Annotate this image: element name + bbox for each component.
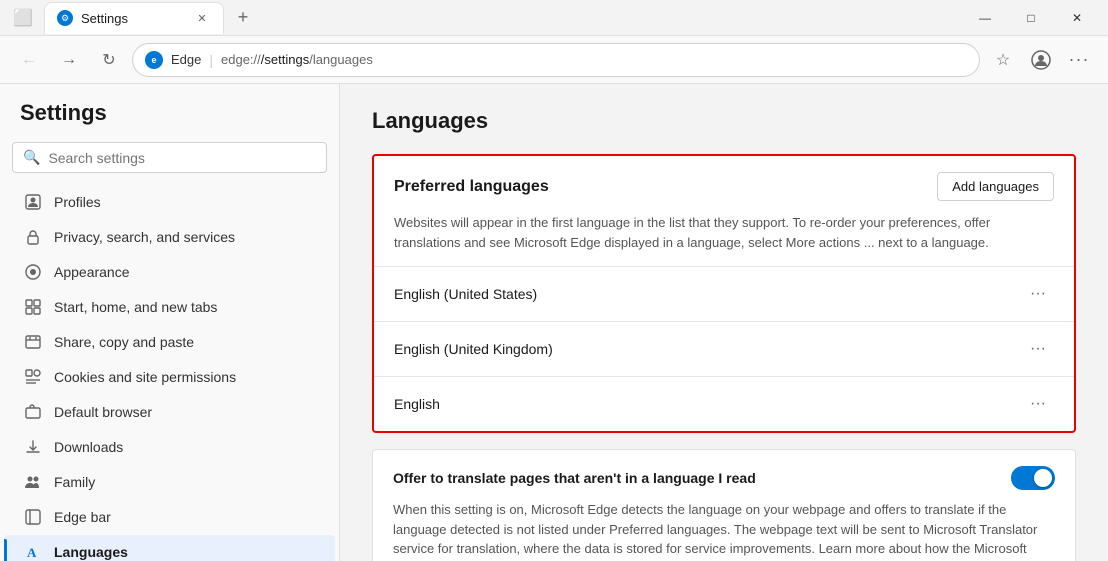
tab-close-button[interactable]: ✕	[193, 9, 211, 27]
minimize-button[interactable]: —	[962, 2, 1008, 34]
address-path: /languages	[309, 52, 373, 67]
more-button[interactable]: ···	[1062, 43, 1096, 77]
add-languages-button[interactable]: Add languages	[937, 172, 1054, 201]
sidebar-item-privacy[interactable]: Privacy, search, and services	[4, 220, 335, 254]
translate-title: Offer to translate pages that aren't in …	[393, 470, 995, 486]
cookies-icon	[24, 368, 42, 386]
sidebar-label-languages: Languages	[54, 544, 128, 560]
downloads-icon	[24, 438, 42, 456]
translate-card: Offer to translate pages that aren't in …	[372, 449, 1076, 561]
sidebar: Settings 🔍 Profiles Privacy, search, and…	[0, 84, 340, 561]
search-box[interactable]: 🔍	[12, 142, 327, 173]
favorites-button[interactable]: ☆	[986, 43, 1020, 77]
family-icon	[24, 473, 42, 491]
close-button[interactable]: ✕	[1054, 2, 1100, 34]
section-header: Preferred languages Add languages	[374, 156, 1074, 213]
preferred-languages-card: Preferred languages Add languages Websit…	[372, 154, 1076, 433]
page-title: Languages	[372, 108, 1076, 134]
refresh-button[interactable]: ↻	[92, 43, 126, 77]
settings-tab[interactable]: ⚙ Settings ✕	[44, 2, 224, 34]
new-tab-button[interactable]: +	[228, 3, 258, 33]
sidebar-item-cookies[interactable]: Cookies and site permissions	[4, 360, 335, 394]
sidebar-item-downloads[interactable]: Downloads	[4, 430, 335, 464]
default-icon	[24, 403, 42, 421]
preferred-languages-desc: Websites will appear in the first langua…	[374, 213, 1074, 267]
profiles-icon	[24, 193, 42, 211]
sidebar-label-profiles: Profiles	[54, 194, 101, 210]
languages-icon: A	[24, 543, 42, 561]
sidebar-icon: ⬜	[13, 8, 33, 28]
sidebar-item-profiles[interactable]: Profiles	[4, 185, 335, 219]
tab-strip: ⚙ Settings ✕ +	[44, 2, 258, 34]
language-more-button-2[interactable]: ···	[1022, 391, 1054, 417]
profile-button[interactable]	[1024, 43, 1058, 77]
sidebar-item-family[interactable]: Family	[4, 465, 335, 499]
toggle-thumb	[1034, 469, 1052, 487]
share-icon	[24, 333, 42, 351]
language-item-0: English (United States) ···	[374, 267, 1074, 322]
translate-description: When this setting is on, Microsoft Edge …	[393, 500, 1055, 561]
address-text: edge:///settings/languages	[221, 52, 967, 67]
window-controls: — □ ✕	[962, 2, 1100, 34]
sidebar-toggle-btn[interactable]: ⬜	[8, 3, 38, 33]
sidebar-label-edgebar: Edge bar	[54, 509, 111, 525]
maximize-button[interactable]: □	[1008, 2, 1054, 34]
sidebar-label-privacy: Privacy, search, and services	[54, 229, 235, 245]
sidebar-item-default[interactable]: Default browser	[4, 395, 335, 429]
edgebar-icon	[24, 508, 42, 526]
forward-button[interactable]: →	[52, 43, 86, 77]
title-bar: ⬜ ⚙ Settings ✕ + — □ ✕	[0, 0, 1108, 36]
start-icon	[24, 298, 42, 316]
language-more-button-0[interactable]: ···	[1022, 281, 1054, 307]
sidebar-item-share[interactable]: Share, copy and paste	[4, 325, 335, 359]
search-input[interactable]	[48, 150, 316, 166]
sidebar-label-default: Default browser	[54, 404, 152, 420]
content-area: Languages Preferred languages Add langua…	[340, 84, 1108, 561]
sidebar-item-start[interactable]: Start, home, and new tabs	[4, 290, 335, 324]
language-name-0: English (United States)	[394, 286, 537, 302]
sidebar-label-share: Share, copy and paste	[54, 334, 194, 350]
language-more-button-1[interactable]: ···	[1022, 336, 1054, 362]
tab-favicon: ⚙	[57, 10, 73, 26]
language-item-1: English (United Kingdom) ···	[374, 322, 1074, 377]
translate-header: Offer to translate pages that aren't in …	[393, 466, 1055, 490]
sidebar-label-appearance: Appearance	[54, 264, 130, 280]
nav-right-buttons: ☆ ···	[986, 43, 1096, 77]
sidebar-title: Settings	[0, 100, 339, 142]
address-bold: /settings	[261, 52, 309, 67]
sidebar-label-family: Family	[54, 474, 95, 490]
address-scheme: edge://	[221, 52, 261, 67]
translate-toggle[interactable]	[1011, 466, 1055, 490]
address-separator: |	[209, 52, 213, 68]
address-bar[interactable]: e Edge | edge:///settings/languages	[132, 43, 980, 77]
brand-name: Edge	[171, 52, 201, 67]
language-name-1: English (United Kingdom)	[394, 341, 553, 357]
appearance-icon	[24, 263, 42, 281]
sidebar-item-edgebar[interactable]: Edge bar	[4, 500, 335, 534]
main-layout: Settings 🔍 Profiles Privacy, search, and…	[0, 84, 1108, 561]
preferred-languages-title: Preferred languages	[394, 178, 549, 196]
privacy-icon	[24, 228, 42, 246]
tab-title: Settings	[81, 11, 128, 26]
language-name-2: English	[394, 396, 440, 412]
edge-logo-icon: e	[145, 51, 163, 69]
search-icon: 🔍	[23, 149, 40, 166]
sidebar-item-languages[interactable]: A Languages	[4, 535, 335, 561]
nav-bar: ← → ↻ e Edge | edge:///settings/language…	[0, 36, 1108, 84]
sidebar-label-downloads: Downloads	[54, 439, 123, 455]
sidebar-label-cookies: Cookies and site permissions	[54, 369, 236, 385]
svg-text:A: A	[27, 545, 37, 560]
back-button[interactable]: ←	[12, 43, 46, 77]
sidebar-label-start: Start, home, and new tabs	[54, 299, 217, 315]
language-item-2: English ···	[374, 377, 1074, 431]
sidebar-item-appearance[interactable]: Appearance	[4, 255, 335, 289]
